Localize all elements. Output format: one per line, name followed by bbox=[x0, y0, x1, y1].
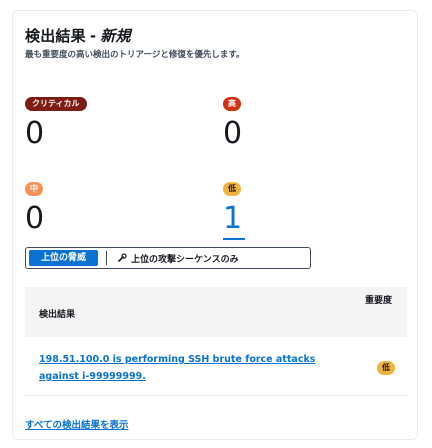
threat-filter-segmented-control: 上位の脅威 上位の攻撃シーケンスのみ bbox=[25, 247, 311, 269]
low-badge: 低 bbox=[223, 182, 241, 196]
severity-medium: 中 0 bbox=[25, 176, 44, 236]
column-header-severity: 重要度 bbox=[365, 296, 393, 306]
column-header-finding: 検出結果 bbox=[39, 310, 76, 320]
critical-count: 0 bbox=[25, 116, 45, 151]
critical-badge: クリティカル bbox=[25, 97, 87, 111]
severity-high: 高 0 bbox=[223, 91, 242, 151]
high-count: 0 bbox=[223, 116, 243, 151]
high-badge: 高 bbox=[223, 97, 241, 111]
view-all-findings-link[interactable]: すべての検出結果を表示 bbox=[25, 417, 128, 431]
title-main: 検出結果 bbox=[25, 27, 86, 45]
panel-subtitle: 最も重要度の高い検出のトリアージと修復を優先します。 bbox=[25, 50, 245, 60]
title-separator: - bbox=[89, 27, 97, 45]
attack-sequences-segment[interactable]: 上位の攻撃シーケンスのみ bbox=[117, 252, 239, 265]
finding-link[interactable]: 198.51.100.0 is performing SSH brute for… bbox=[39, 351, 339, 385]
panel-title: 検出結果 - 新規 bbox=[25, 25, 131, 46]
top-threats-segment[interactable]: 上位の脅威 bbox=[29, 250, 99, 266]
medium-badge: 中 bbox=[25, 182, 43, 196]
attack-sequences-label: 上位の攻撃シーケンスのみ bbox=[131, 254, 239, 265]
findings-table-header: 検出結果 重要度 bbox=[25, 287, 407, 337]
title-suffix: 新規 bbox=[100, 27, 131, 45]
findings-panel: 検出結果 - 新規 最も重要度の高い検出のトリアージと修復を優先します。 クリティカ… bbox=[12, 10, 418, 440]
severity-low: 低 1 bbox=[223, 176, 245, 240]
severity-critical: クリティカル 0 bbox=[25, 91, 87, 151]
low-count-link[interactable]: 1 bbox=[223, 202, 245, 236]
low-count-underline bbox=[223, 238, 245, 240]
segment-divider bbox=[106, 251, 108, 265]
row-severity-badge: 低 bbox=[377, 361, 395, 375]
medium-count: 0 bbox=[25, 201, 45, 236]
wrench-icon bbox=[118, 253, 127, 262]
table-row: 198.51.100.0 is performing SSH brute for… bbox=[25, 337, 407, 396]
